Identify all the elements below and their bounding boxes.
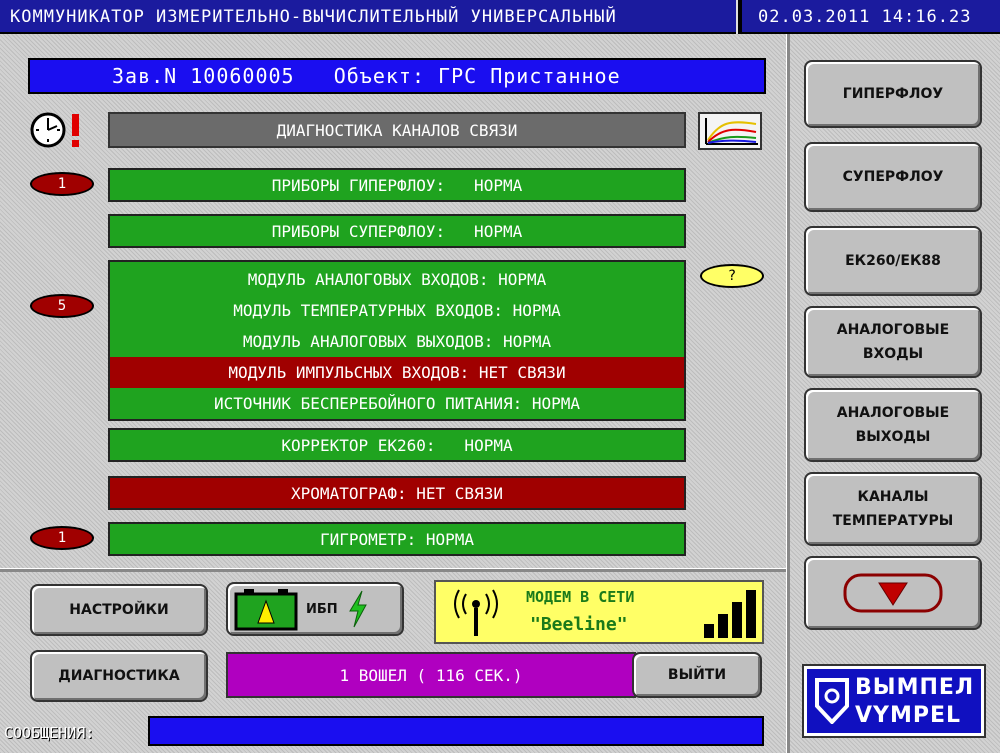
title-separator xyxy=(736,0,742,34)
logo-text-en: VYMPEL xyxy=(855,703,962,728)
shield-logo-icon xyxy=(815,678,849,724)
module-status-row[interactable]: МОДУЛЬ АНАЛОГОВЫХ ВЫХОДОВ: НОРМА xyxy=(110,326,684,357)
modem-operator: "Beeline" xyxy=(530,614,628,635)
analog-outputs-button[interactable]: АНАЛОГОВЫЕ ВЫХОДЫ xyxy=(804,388,982,462)
superflow-button[interactable]: СУПЕРФЛОУ xyxy=(804,142,982,212)
diagnostics-button[interactable]: ДИАГНОСТИКА xyxy=(30,650,208,702)
chevron-down-icon xyxy=(843,573,943,613)
chromatograph-status[interactable]: ХРОМАТОГРАФ: НЕТ СВЯЗИ xyxy=(108,476,686,510)
logout-button[interactable]: ВЫЙТИ xyxy=(632,652,762,698)
app-title: КОММУНИКАТОР ИЗМЕРИТЕЛЬНО-ВЫЧИСЛИТЕЛЬНЫЙ… xyxy=(10,7,617,27)
analog-inputs-button[interactable]: АНАЛОГОВЫЕ ВХОДЫ xyxy=(804,306,982,378)
vertical-divider xyxy=(786,34,790,753)
modules-status-group: МОДУЛЬ АНАЛОГОВЫХ ВХОДОВ: НОРМА МОДУЛЬ Т… xyxy=(108,260,686,421)
temperature-channels-button[interactable]: КАНАЛЫ ТЕМПЕРАТУРЫ xyxy=(804,472,982,546)
superflow-status[interactable]: ПРИБОРЫ СУПЕРФЛОУ: НОРМА xyxy=(108,214,686,248)
diagnostics-header: ДИАГНОСТИКА КАНАЛОВ СВЯЗИ xyxy=(108,112,686,148)
ups-button[interactable]: ИБП xyxy=(226,582,404,636)
logo-text-ru: ВЫМПЕЛ xyxy=(855,675,975,700)
settings-button[interactable]: НАСТРОЙКИ xyxy=(30,584,208,636)
hyperflow-count-badge: 1 xyxy=(30,172,94,196)
scroll-down-button[interactable] xyxy=(804,556,982,630)
module-status-row[interactable]: ИСТОЧНИК БЕСПЕРЕБОЙНОГО ПИТАНИЯ: НОРМА xyxy=(110,388,684,419)
ek260-button[interactable]: ЕК260/ЕК88 xyxy=(804,226,982,296)
module-status-row[interactable]: МОДУЛЬ ТЕМПЕРАТУРНЫХ ВХОДОВ: НОРМА xyxy=(110,295,684,326)
session-status: 1 ВОШЕЛ ( 116 СЕК.) xyxy=(226,652,636,698)
modem-status-text: МОДЕМ В СЕТИ xyxy=(526,588,635,606)
antenna-icon xyxy=(454,589,498,636)
lightning-icon xyxy=(348,590,367,628)
corrector-status[interactable]: КОРРЕКТОР ЕК260: НОРМА xyxy=(108,428,686,462)
hygrometer-status[interactable]: ГИГРОМЕТР: НОРМА xyxy=(108,522,686,556)
battery-icon xyxy=(234,589,298,631)
module-status-row-error[interactable]: МОДУЛЬ ИМПУЛЬСНЫХ ВХОДОВ: НЕТ СВЯЗИ xyxy=(110,357,684,388)
alarm-clock-icon[interactable] xyxy=(28,110,92,150)
hyperflow-button[interactable]: ГИПЕРФЛОУ xyxy=(804,60,982,128)
vympel-logo: ВЫМПЕЛ VYMPEL xyxy=(802,664,986,738)
signal-strength-icon xyxy=(704,590,756,638)
messages-label: СООБЩЕНИЯ: xyxy=(4,724,95,742)
object-banner: Зав.N 10060005 Объект: ГРС Пристанное xyxy=(28,58,766,94)
ups-label: ИБП xyxy=(306,601,338,617)
hygrometer-count-badge: 1 xyxy=(30,526,94,550)
title-bar: КОММУНИКАТОР ИЗМЕРИТЕЛЬНО-ВЫЧИСЛИТЕЛЬНЫЙ… xyxy=(0,0,1000,34)
datetime-display: 02.03.2011 14:16.23 xyxy=(758,7,972,27)
module-status-row[interactable]: МОДУЛЬ АНАЛОГОВЫХ ВХОДОВ: НОРМА xyxy=(110,264,684,295)
hyperflow-status[interactable]: ПРИБОРЫ ГИПЕРФЛОУ: НОРМА xyxy=(108,168,686,202)
unknown-badge[interactable]: ? xyxy=(700,264,764,288)
modules-count-badge: 5 xyxy=(30,294,94,318)
horizontal-divider xyxy=(0,568,786,572)
trend-chart-icon[interactable] xyxy=(698,112,762,150)
object-name: Объект: ГРС Пристанное xyxy=(333,64,621,88)
modem-status-panel: МОДЕМ В СЕТИ "Beeline" xyxy=(434,580,764,644)
messages-field xyxy=(148,716,764,746)
serial-number: Зав.N 10060005 xyxy=(112,64,295,88)
